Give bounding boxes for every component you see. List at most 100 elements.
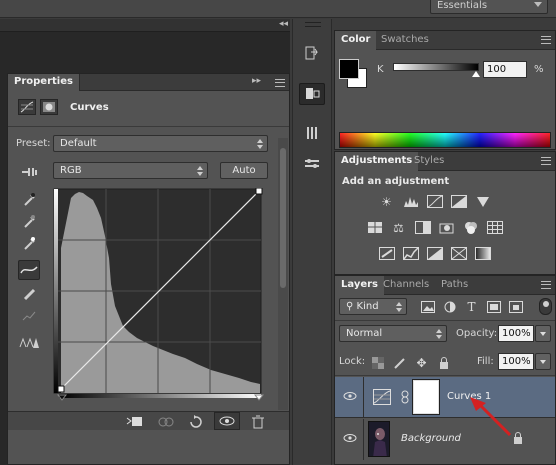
tab-paths[interactable]: Paths — [435, 276, 474, 295]
k-slider-track[interactable] — [393, 63, 479, 71]
fill-input[interactable]: 100% — [498, 353, 534, 370]
filter-shape-icon[interactable] — [485, 299, 502, 314]
delete-layer-icon[interactable] — [248, 414, 268, 429]
properties-panel-button[interactable] — [299, 83, 325, 105]
panel-menu-icon[interactable] — [541, 281, 551, 289]
on-image-adjust-icon[interactable] — [18, 163, 40, 181]
lock-position-icon[interactable]: ✥ — [413, 355, 430, 370]
tab-swatches[interactable]: Swatches — [375, 31, 435, 50]
tab-color[interactable]: Color — [335, 31, 377, 50]
curve-point-black[interactable] — [57, 385, 65, 393]
reset-defaults-icon[interactable] — [186, 414, 206, 429]
blend-mode-value: Normal — [346, 328, 383, 339]
filter-smart-object-icon[interactable] — [507, 299, 524, 314]
layer-row-background[interactable]: Background — [335, 419, 555, 460]
tab-channels[interactable]: Channels — [377, 276, 435, 295]
curves-icon[interactable] — [426, 194, 443, 209]
layer-visibility-eye-icon[interactable] — [343, 433, 357, 443]
layer-mask-thumbnail[interactable] — [412, 379, 440, 415]
filter-toggle-switch[interactable] — [539, 298, 552, 315]
panel-strip: ◂◂ — [0, 19, 290, 32]
layer-row-curves-1[interactable]: Curves 1 — [335, 377, 555, 418]
sample-white-eyedropper-icon[interactable] — [18, 233, 40, 253]
black-white-icon[interactable] — [414, 220, 431, 235]
annotation-arrow — [470, 397, 512, 437]
selective-color-icon[interactable] — [450, 246, 467, 261]
divider — [335, 375, 555, 376]
color-lookup-icon[interactable] — [486, 220, 503, 235]
workspace-switcher[interactable]: Essentials — [430, 0, 548, 14]
panel-scrollbar[interactable] — [278, 138, 288, 410]
k-slider-handle[interactable] — [472, 71, 480, 77]
clip-to-layer-icon[interactable] — [126, 414, 146, 429]
brush-presets-panel-button[interactable] — [299, 123, 325, 145]
clipping-warning-icon[interactable] — [18, 332, 40, 352]
layer-image-thumbnail[interactable] — [368, 421, 390, 457]
dock-grip[interactable] — [305, 22, 321, 27]
tool-presets-panel-button[interactable] — [299, 153, 325, 175]
mask-link-icon[interactable] — [401, 390, 409, 404]
gradient-map-icon[interactable] — [474, 246, 491, 261]
brightness-contrast-icon[interactable]: ☀ — [378, 194, 395, 209]
properties-footer — [8, 411, 289, 430]
color-spectrum-ramp[interactable] — [339, 132, 551, 148]
filter-kind-select[interactable]: ⚲ Kind — [339, 298, 407, 315]
filter-adjustment-icon[interactable] — [441, 299, 458, 314]
invert-icon[interactable] — [378, 246, 395, 261]
hue-saturation-icon[interactable] — [366, 220, 383, 235]
lock-all-icon[interactable] — [435, 355, 452, 370]
toggle-visibility-icon[interactable] — [214, 412, 240, 430]
filter-type-icon[interactable]: T — [463, 299, 480, 314]
blend-mode-select[interactable]: Normal — [339, 325, 447, 342]
channel-label: K — [377, 64, 384, 75]
properties-icon — [306, 88, 320, 99]
layers-panel: Layers Channels Paths ⚲ Kind T Normal Op… — [334, 275, 556, 465]
history-panel-button[interactable] — [299, 43, 325, 65]
preset-value: Default — [60, 138, 97, 149]
sample-black-eyedropper-icon[interactable] — [18, 189, 40, 209]
auto-button[interactable]: Auto — [220, 162, 268, 179]
edit-points-curve-icon[interactable] — [18, 260, 40, 280]
channel-select[interactable]: RGB — [53, 162, 208, 179]
filter-pixel-icon[interactable] — [419, 299, 436, 314]
layer-visibility-eye-icon[interactable] — [343, 391, 357, 401]
panel-menu-icon[interactable] — [541, 36, 551, 44]
expand-panel-icon[interactable]: ▸▸ — [252, 76, 261, 86]
divider — [335, 320, 555, 321]
sample-gray-eyedropper-icon[interactable] — [18, 211, 40, 231]
threshold-icon[interactable] — [426, 246, 443, 261]
opacity-input[interactable]: 100% — [498, 325, 534, 342]
channel-mixer-icon[interactable] — [462, 220, 479, 235]
preset-select[interactable]: Default — [53, 135, 268, 152]
layer-name[interactable]: Background — [401, 433, 461, 444]
adjustments-panel: Adjustments Styles Add an adjustment ☀ ⚖ — [334, 151, 556, 275]
k-value-input[interactable]: 100 — [483, 61, 527, 78]
color-balance-icon[interactable]: ⚖ — [390, 220, 407, 235]
panel-menu-icon[interactable] — [541, 157, 551, 165]
scrollbar-thumb[interactable] — [280, 148, 286, 288]
lock-transparent-pixels-icon[interactable] — [369, 355, 386, 370]
vibrance-icon[interactable] — [474, 194, 491, 209]
tab-styles[interactable]: Styles — [408, 152, 450, 171]
tab-adjustments[interactable]: Adjustments — [335, 152, 419, 171]
tab-properties[interactable]: Properties — [8, 74, 80, 91]
workspace-label: Essentials — [437, 0, 488, 11]
posterize-icon[interactable] — [402, 246, 419, 261]
draw-pencil-icon[interactable] — [18, 284, 40, 304]
curves-graph[interactable] — [53, 188, 271, 403]
lock-image-pixels-icon[interactable] — [391, 355, 408, 370]
photo-filter-icon[interactable] — [438, 220, 455, 235]
levels-icon[interactable] — [402, 194, 419, 209]
divider — [8, 126, 289, 127]
view-previous-state-icon[interactable] — [156, 414, 176, 429]
collapse-panels-icon[interactable]: ◂◂ — [279, 19, 288, 29]
exposure-icon[interactable] — [450, 194, 467, 209]
layer-mask-icon[interactable] — [40, 99, 58, 115]
filter-kind-value: Kind — [356, 301, 379, 312]
panel-menu-icon[interactable] — [275, 79, 285, 87]
opacity-dropdown[interactable] — [535, 325, 551, 342]
fill-dropdown[interactable] — [535, 353, 551, 370]
foreground-color-swatch[interactable] — [339, 59, 359, 79]
curve-point-white[interactable] — [255, 188, 263, 195]
smooth-curve-icon[interactable] — [18, 306, 40, 326]
